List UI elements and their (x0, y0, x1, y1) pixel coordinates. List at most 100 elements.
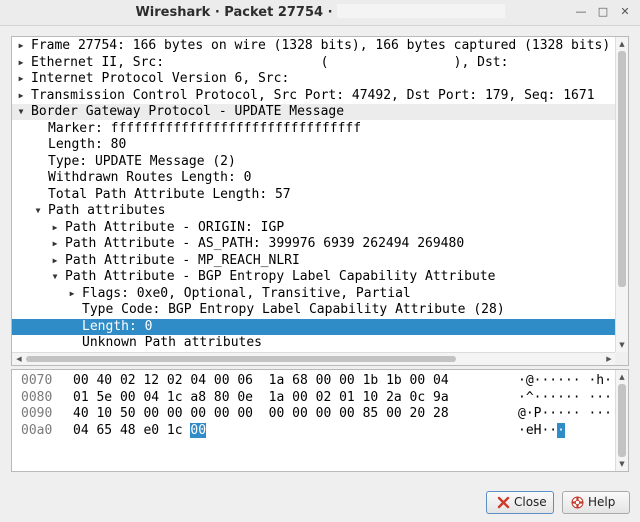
hex-bytes[interactable]: 40 10 50 00 00 00 00 00 00 00 00 00 85 0… (73, 406, 449, 422)
collapsed-arrow-icon[interactable]: ▶ (16, 55, 26, 71)
tree-row-label: Internet Protocol Version 6, Src: (31, 71, 290, 86)
tree-row[interactable]: ▶ Ethernet II, Src: ( ), Dst: (12, 55, 616, 71)
tree-row[interactable]: ▶ Path Attribute - ORIGIN: IGP (12, 220, 616, 236)
packet-bytes-pane[interactable]: 0070 00 40 02 12 02 04 00 06 1a 68 00 00 … (11, 369, 629, 472)
expanded-arrow-icon[interactable]: ▼ (50, 269, 60, 285)
scroll-corner (615, 352, 628, 365)
tree-row-label: Ethernet II, Src: ( ), Dst: (31, 54, 509, 70)
expanded-arrow-icon[interactable]: ▼ (33, 203, 43, 219)
help-button[interactable]: Help (562, 491, 630, 514)
tree-row[interactable]: Type Code: BGP Entropy Label Capability … (12, 302, 616, 318)
tree-row[interactable]: ▶ Transmission Control Protocol, Src Port… (12, 88, 616, 104)
collapsed-arrow-icon[interactable]: ▶ (50, 236, 60, 252)
tree-row-label: Frame 27754: 166 bytes on wire (1328 bit… (31, 38, 611, 53)
tree-horizontal-scroll-thumb[interactable] (26, 356, 456, 362)
hex-line[interactable]: 0070 00 40 02 12 02 04 00 06 1a 68 00 00 … (12, 373, 628, 389)
collapsed-arrow-icon[interactable]: ▶ (16, 71, 26, 87)
hex-bytes[interactable]: 01 5e 00 04 1c a8 80 0e 1a 00 02 01 10 2… (73, 390, 449, 406)
tree-row[interactable]: Withdrawn Routes Length: 0 (12, 170, 616, 186)
tree-row[interactable]: ▶ Flags: 0xe0, Optional, Transitive, Part… (12, 286, 616, 302)
hex-line[interactable]: 0090 40 10 50 00 00 00 00 00 00 00 00 00 … (12, 406, 628, 422)
hex-bytes[interactable]: 04 65 48 e0 1c 00 (73, 422, 207, 439)
expanded-arrow-icon[interactable]: ▼ (16, 104, 26, 120)
tree-row-label: Path Attribute - ORIGIN: IGP (65, 219, 285, 235)
hex-bytes-text: 00 40 02 12 02 04 00 06 1a 68 00 00 1b 1… (73, 373, 449, 388)
packet-details-tree[interactable]: ▶ Frame 27754: 166 bytes on wire (1328 bi… (11, 36, 629, 366)
scroll-left-icon[interactable]: ◀ (13, 353, 25, 365)
collapsed-arrow-icon[interactable]: ▶ (67, 286, 77, 302)
tree-row[interactable]: ▶ Path Attribute - MP_REACH_NLRI (12, 253, 616, 269)
tree-row[interactable]: Type: UPDATE Message (2) (12, 154, 616, 170)
tree-row-label: Path Attribute - MP_REACH_NLRI (65, 252, 300, 268)
close-button-label: Close (514, 495, 547, 509)
hex-line[interactable]: 00a0 04 65 48 e0 1c 00 ·eH··· (12, 422, 612, 439)
tree-row-label: Total Path Attribute Length: 57 (48, 186, 291, 202)
hex-vertical-scrollbar[interactable]: ▲ ▼ (615, 370, 628, 471)
tree-row[interactable]: ▼ Border Gateway Protocol - UPDATE Messag… (12, 104, 616, 120)
tree-row-label: Type: UPDATE Message (2) (48, 153, 236, 169)
tree-row-label: Type Code: BGP Entropy Label Capability … (82, 302, 505, 317)
close-red-x-icon (497, 496, 510, 509)
hex-offset: 0090 (21, 406, 53, 421)
hex-offset: 00a0 (21, 422, 53, 438)
hex-offset: 0070 (21, 373, 53, 388)
tree-vertical-scroll-thumb[interactable] (618, 51, 626, 287)
hex-ascii-text: ·^······ ·····*·· (518, 389, 628, 405)
maximize-icon[interactable]: □ (596, 5, 610, 19)
tree-row[interactable]: Unknown Path attributes (12, 335, 616, 351)
hex-vertical-scroll-thumb[interactable] (618, 384, 626, 457)
tree-row[interactable]: Length: 80 (12, 137, 616, 153)
tree-row-label: Unknown Path attributes (82, 335, 263, 350)
hex-offset: 0080 (21, 389, 53, 405)
hex-bytes-text: 04 65 48 e0 1c (73, 422, 191, 438)
collapsed-arrow-icon[interactable]: ▶ (50, 220, 60, 236)
hex-ascii-text: ·@······ ·h······ (518, 373, 628, 388)
hex-ascii-text: @·P····· ······ ( (518, 406, 628, 421)
hex-ascii[interactable]: ·@······ ·h······ (518, 373, 628, 389)
hex-ascii[interactable]: @·P····· ······ ( (518, 406, 628, 422)
tree-row[interactable]: Total Path Attribute Length: 57 (12, 187, 616, 203)
title-bar: Wireshark · Packet 27754 · — □ ✕ (0, 0, 640, 26)
tree-row-label: Path attributes (48, 203, 166, 218)
highlighted-byte[interactable]: 00 (190, 422, 207, 438)
tree-row-label: Length: 0 (82, 318, 153, 334)
tree-row-label: Withdrawn Routes Length: 0 (48, 170, 252, 185)
scroll-right-icon[interactable]: ▶ (603, 353, 615, 365)
close-icon[interactable]: ✕ (618, 5, 632, 19)
help-button-label: Help (588, 495, 616, 509)
collapsed-arrow-icon[interactable]: ▶ (16, 88, 26, 104)
hex-ascii[interactable]: ·eH··· (518, 422, 565, 439)
minimize-icon[interactable]: — (574, 5, 588, 19)
collapsed-arrow-icon[interactable]: ▶ (16, 38, 26, 54)
tree-row-label: Transmission Control Protocol, Src Port:… (31, 87, 595, 103)
tree-row-label: Length: 80 (48, 137, 127, 152)
scroll-up-icon[interactable]: ▲ (616, 371, 628, 383)
tree-row[interactable]: ▼ Path attributes (12, 203, 616, 219)
tree-row[interactable]: ▶ Frame 27754: 166 bytes on wire (1328 bi… (12, 38, 616, 54)
tree-row-label: Path Attribute - AS_PATH: 399976 6939 26… (65, 236, 465, 251)
tree-row-label: Border Gateway Protocol - UPDATE Message (31, 104, 345, 119)
tree-row[interactable]: ▶ Path Attribute - AS_PATH: 399976 6939 2… (12, 236, 616, 252)
highlighted-ascii-char[interactable]: · (557, 422, 565, 438)
scroll-up-icon[interactable]: ▲ (616, 38, 628, 50)
hex-ascii[interactable]: ·^······ ·····*·· (518, 389, 628, 406)
scroll-down-icon[interactable]: ▼ (616, 339, 628, 351)
tree-row[interactable]: ▶ Internet Protocol Version 6, Src: (12, 71, 616, 87)
tree-row-label: Path Attribute - BGP Entropy Label Capab… (65, 269, 496, 284)
tree-row[interactable]: Length: 0 (12, 318, 616, 335)
tree-horizontal-scrollbar[interactable]: ◀ ▶ (12, 352, 616, 365)
hex-ascii-text: ·eH·· (518, 422, 558, 438)
tree-row-label: Flags: 0xe0, Optional, Transitive, Parti… (82, 285, 411, 301)
tree-row[interactable]: Marker: ffffffffffffffffffffffffffffffff (12, 121, 616, 137)
hex-line[interactable]: 0080 01 5e 00 04 1c a8 80 0e 1a 00 02 01 … (12, 389, 628, 406)
help-lifebuoy-icon (571, 496, 584, 509)
scroll-down-icon[interactable]: ▼ (616, 458, 628, 470)
tree-vertical-scrollbar[interactable]: ▲ ▼ (615, 37, 628, 352)
collapsed-arrow-icon[interactable]: ▶ (50, 253, 60, 269)
hex-bytes[interactable]: 00 40 02 12 02 04 00 06 1a 68 00 00 1b 1… (73, 373, 449, 389)
hex-bytes-text: 01 5e 00 04 1c a8 80 0e 1a 00 02 01 10 2… (73, 389, 449, 405)
redacted-title-region (336, 4, 505, 18)
tree-row-label: Marker: ffffffffffffffffffffffffffffffff (48, 120, 362, 136)
tree-row[interactable]: ▼ Path Attribute - BGP Entropy Label Capa… (12, 269, 616, 285)
close-button[interactable]: Close (486, 491, 554, 514)
